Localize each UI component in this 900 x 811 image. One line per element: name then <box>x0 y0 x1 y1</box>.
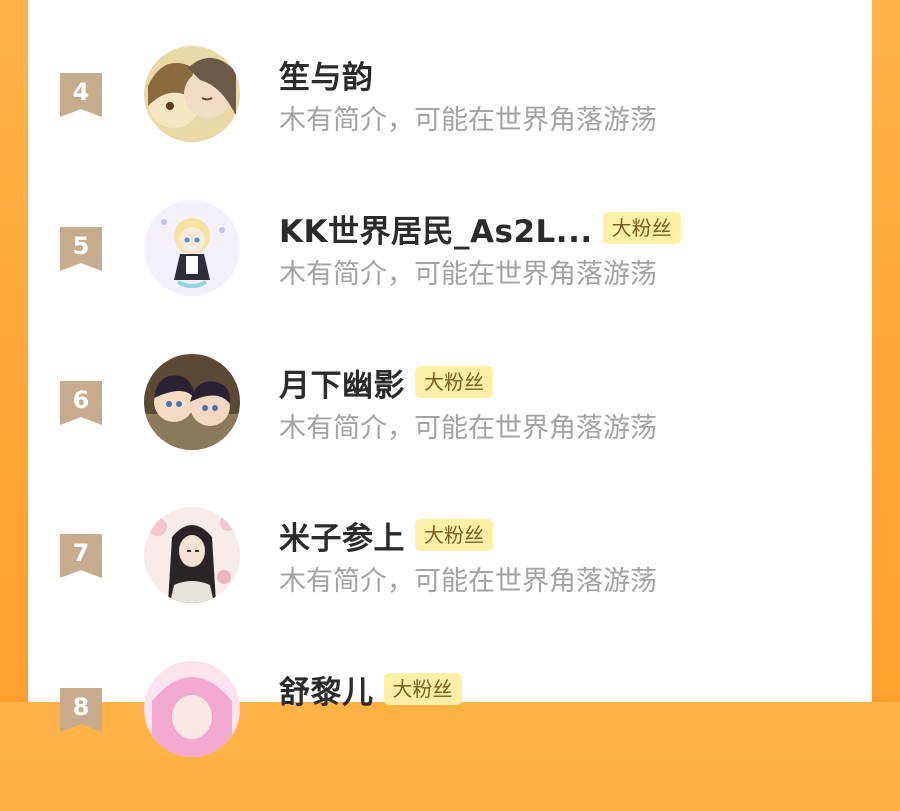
avatar[interactable] <box>144 200 240 296</box>
avatar[interactable] <box>144 661 240 757</box>
user-name[interactable]: 月下幽影 <box>279 360 405 405</box>
user-name[interactable]: 舒黎儿 <box>279 667 374 712</box>
user-bio: 木有简介，可能在世界角落游荡 <box>279 105 657 136</box>
avatar[interactable] <box>144 354 240 450</box>
fan-badge: 大粉丝 <box>602 212 681 244</box>
rank-badge: 8 <box>60 688 102 732</box>
user-name[interactable]: 米子参上 <box>279 513 405 558</box>
rank-badge: 4 <box>60 73 102 117</box>
anime-boys-icon <box>144 354 240 450</box>
fan-badge: 大粉丝 <box>415 366 493 398</box>
user-name[interactable]: KK世界居民_As2L... <box>279 206 593 251</box>
rank-badge: 7 <box>60 534 102 578</box>
user-bio: 木有简介，可能在世界角落游荡 <box>279 259 657 290</box>
list-item[interactable]: 8 舒黎儿 大粉丝 <box>28 661 872 811</box>
fan-list-card: 4 笙与韵 木有简介，可能在世界角落游荡 5 KK世界居民_As2L... 大粉… <box>28 0 872 757</box>
fan-badge: 大粉丝 <box>383 673 462 705</box>
list-item[interactable]: 7 米子参上 大粉丝 木有简介，可能在世界角落游荡 <box>28 507 872 657</box>
list-item[interactable]: 4 笙与韵 木有简介，可能在世界角落游荡 <box>28 46 872 196</box>
user-bio: 木有简介，可能在世界角落游荡 <box>279 413 657 444</box>
list-item[interactable]: 5 KK世界居民_As2L... 大粉丝 木有简介，可能在世界角落游荡 <box>28 200 872 350</box>
pink-hair-icon <box>144 661 240 757</box>
chibi-maid-icon <box>144 200 240 296</box>
fan-badge: 大粉丝 <box>415 519 493 551</box>
avatar[interactable] <box>144 507 240 603</box>
user-name[interactable]: 笙与韵 <box>279 52 374 97</box>
rank-badge: 6 <box>60 381 102 425</box>
avatar[interactable] <box>144 46 240 142</box>
ancient-style-icon <box>144 507 240 603</box>
user-bio: 木有简介，可能在世界角落游荡 <box>279 566 657 597</box>
list-item[interactable]: 6 月下幽影 大粉丝 木有简介，可能在世界角落游荡 <box>28 354 872 504</box>
anime-couple-icon <box>144 46 240 142</box>
rank-badge: 5 <box>60 227 102 271</box>
